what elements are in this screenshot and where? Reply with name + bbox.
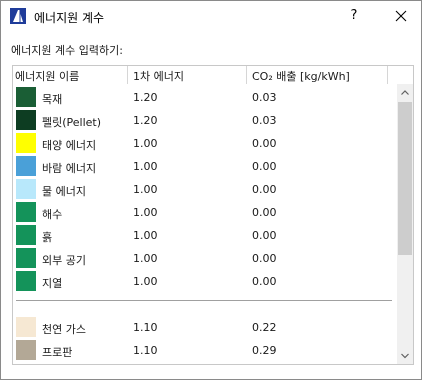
energy-source-name: 지열 (42, 277, 63, 290)
co2-emission-value[interactable]: 0.03 (252, 91, 277, 104)
vertical-scrollbar[interactable] (397, 84, 413, 364)
column-divider[interactable] (246, 66, 247, 84)
help-button[interactable]: ? (337, 1, 371, 31)
primary-energy-value[interactable]: 1.00 (133, 137, 158, 150)
energy-source-name: 외부 공기 (42, 254, 86, 267)
list-item[interactable]: 바람 에너지 1.00 0.00 (13, 155, 397, 178)
color-swatch[interactable] (16, 248, 36, 268)
color-swatch[interactable] (16, 110, 36, 130)
primary-energy-value[interactable]: 1.00 (133, 160, 158, 173)
column-header-primary-energy[interactable]: 1차 에너지 (133, 68, 184, 84)
color-swatch[interactable] (16, 179, 36, 199)
list-item[interactable]: 펠릿(Pellet) 1.20 0.03 (13, 109, 397, 132)
list-header: 에너지원 이름 1차 에너지 CO₂ 배출 [kg/kWh] (13, 66, 413, 84)
scrollbar-thumb[interactable] (398, 102, 412, 255)
primary-energy-value[interactable]: 1.00 (133, 252, 158, 265)
energy-source-name: 프로판 (42, 346, 73, 359)
list-item[interactable]: 외부 공기 1.00 0.00 (13, 247, 397, 270)
color-swatch[interactable] (16, 202, 36, 222)
energy-source-name: 펠릿(Pellet) (42, 116, 102, 129)
list-item[interactable]: 지열 1.00 0.00 (13, 270, 397, 293)
co2-emission-value[interactable]: 0.00 (252, 252, 277, 265)
energy-source-name: 천연 가스 (42, 323, 86, 336)
color-swatch[interactable] (16, 133, 36, 153)
co2-emission-value[interactable]: 0.00 (252, 275, 277, 288)
column-divider[interactable] (387, 66, 388, 84)
co2-emission-value[interactable]: 0.00 (252, 137, 277, 150)
energy-factor-dialog: 에너지원 계수 ? 에너지원 계수 입력하기: 에너지원 이름 1차 에너지 C… (0, 0, 422, 380)
app-logo-icon (10, 8, 26, 24)
list-item[interactable]: 태양 에너지 1.00 0.00 (13, 132, 397, 155)
list-item[interactable]: 천연 가스 1.10 0.22 (13, 316, 397, 339)
window-title: 에너지원 계수 (34, 11, 105, 25)
input-prompt-label: 에너지원 계수 입력하기: (11, 44, 123, 57)
color-swatch[interactable] (16, 156, 36, 176)
column-header-name[interactable]: 에너지원 이름 (15, 68, 79, 84)
energy-source-name: 목재 (42, 93, 63, 106)
co2-emission-value[interactable]: 0.00 (252, 206, 277, 219)
primary-energy-value[interactable]: 1.00 (133, 206, 158, 219)
list-item[interactable]: 해수 1.00 0.00 (13, 201, 397, 224)
list-item[interactable]: 물 에너지 1.00 0.00 (13, 178, 397, 201)
scroll-down-arrow-icon[interactable] (397, 347, 413, 364)
primary-energy-value[interactable]: 1.10 (133, 344, 158, 357)
energy-source-name: 물 에너지 (42, 185, 86, 198)
close-icon[interactable] (381, 1, 421, 31)
primary-energy-value[interactable]: 1.20 (133, 91, 158, 104)
co2-emission-value[interactable]: 0.29 (252, 344, 277, 357)
list-item[interactable]: 프로판 1.10 0.29 (13, 339, 397, 362)
primary-energy-value[interactable]: 1.00 (133, 229, 158, 242)
title-bar: 에너지원 계수 ? (1, 1, 421, 31)
co2-emission-value[interactable]: 0.00 (252, 183, 277, 196)
primary-energy-value[interactable]: 1.00 (133, 183, 158, 196)
color-swatch[interactable] (16, 225, 36, 245)
list-item[interactable]: 목재 1.20 0.03 (13, 86, 397, 109)
energy-source-name: 해수 (42, 208, 63, 221)
color-swatch[interactable] (16, 87, 36, 107)
column-header-co2[interactable]: CO₂ 배출 [kg/kWh] (252, 68, 350, 84)
scroll-up-arrow-icon[interactable] (397, 84, 413, 101)
group-divider (16, 300, 392, 301)
energy-source-list: 에너지원 이름 1차 에너지 CO₂ 배출 [kg/kWh] 목재 1.20 0… (12, 65, 414, 365)
primary-energy-value[interactable]: 1.10 (133, 321, 158, 334)
co2-emission-value[interactable]: 0.00 (252, 229, 277, 242)
color-swatch[interactable] (16, 340, 36, 360)
color-swatch[interactable] (16, 317, 36, 337)
color-swatch[interactable] (16, 271, 36, 291)
co2-emission-value[interactable]: 0.03 (252, 114, 277, 127)
co2-emission-value[interactable]: 0.22 (252, 321, 277, 334)
primary-energy-value[interactable]: 1.00 (133, 275, 158, 288)
energy-source-name: 바람 에너지 (42, 162, 97, 175)
list-item[interactable]: 흙 1.00 0.00 (13, 224, 397, 247)
list-body: 목재 1.20 0.03 펠릿(Pellet) 1.20 0.03 태양 에너지… (13, 84, 397, 364)
co2-emission-value[interactable]: 0.00 (252, 160, 277, 173)
column-divider[interactable] (127, 66, 128, 84)
primary-energy-value[interactable]: 1.20 (133, 114, 158, 127)
energy-source-name: 흙 (42, 231, 53, 244)
energy-source-name: 태양 에너지 (42, 139, 97, 152)
